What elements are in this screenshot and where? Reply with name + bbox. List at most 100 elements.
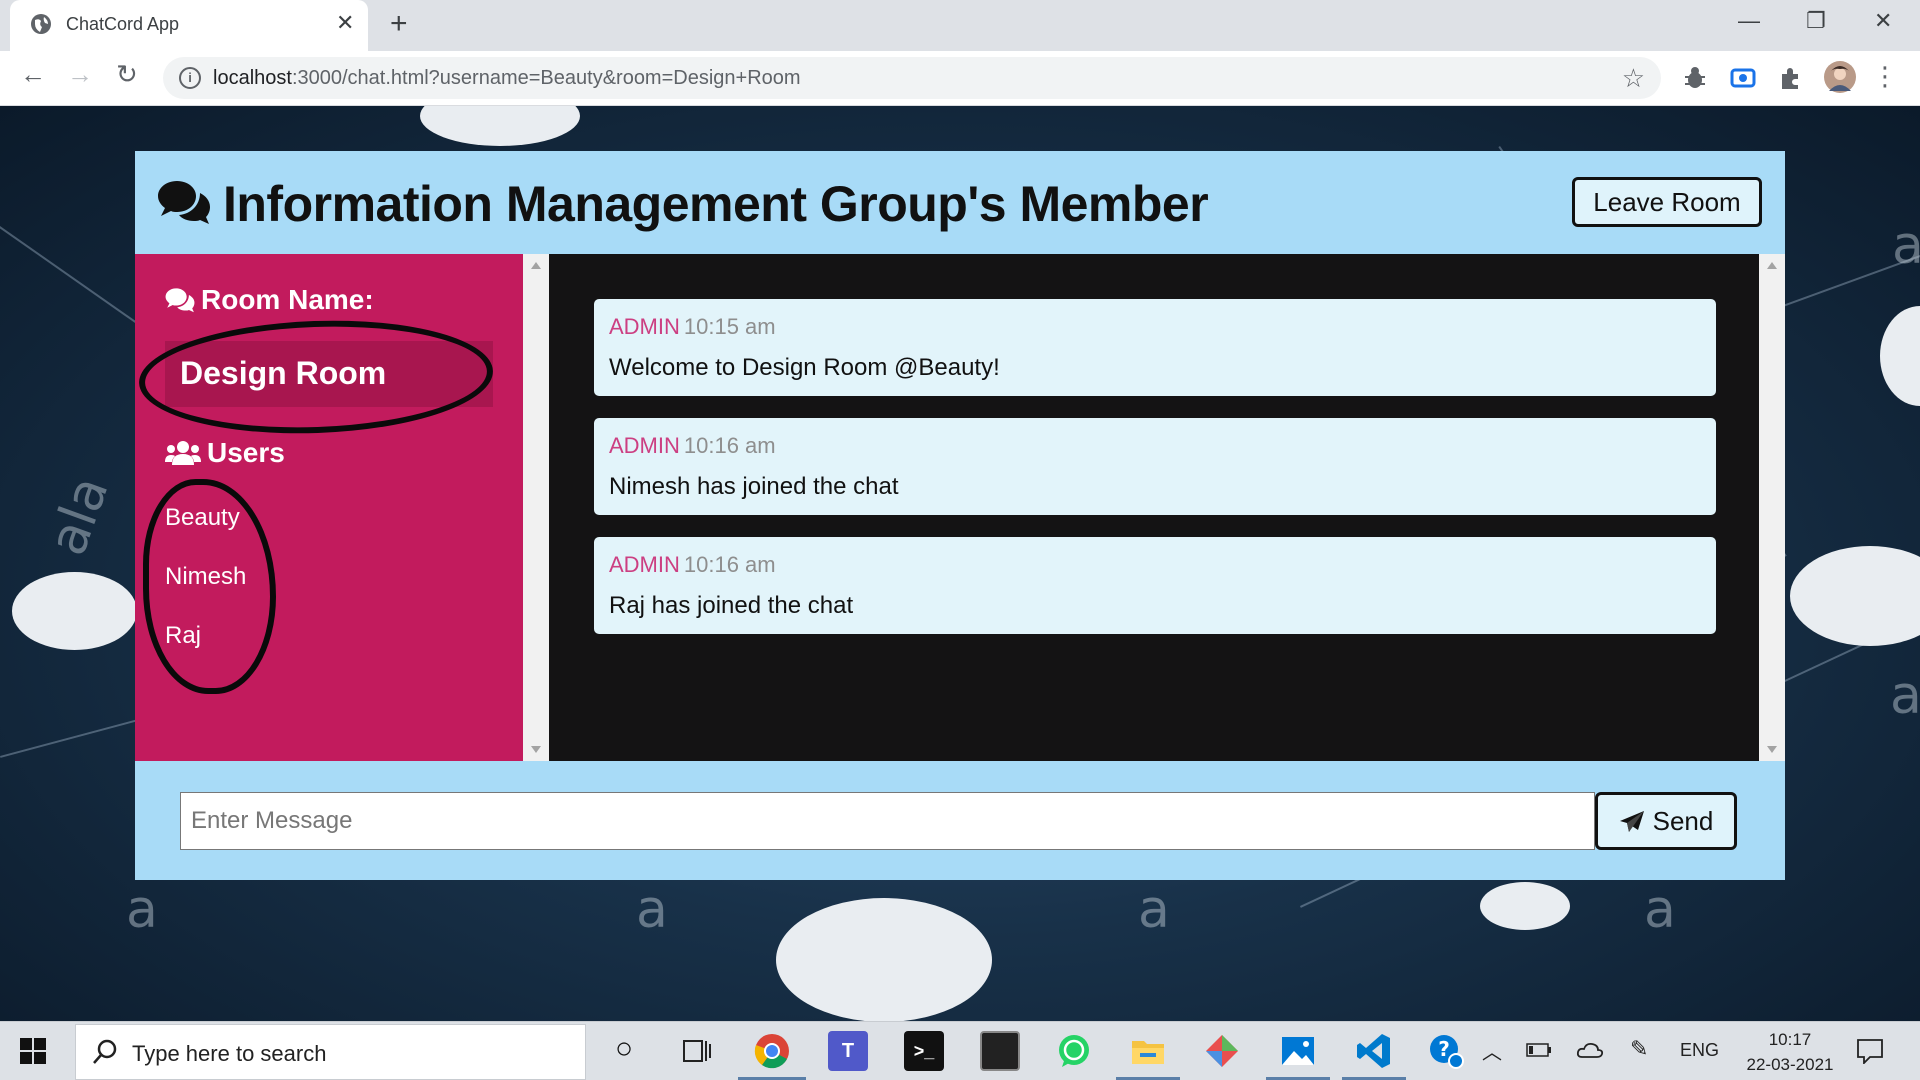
message-username: ADMIN <box>609 433 680 458</box>
speech-bubble-decoration <box>776 898 992 1021</box>
message-meta: ADMIN 10:16 am <box>609 433 776 459</box>
message-username: ADMIN <box>609 552 680 577</box>
battery-icon[interactable] <box>1526 1042 1552 1058</box>
speech-bubble-decoration <box>1880 306 1920 406</box>
globe-icon <box>31 14 51 34</box>
leave-room-button[interactable]: Leave Room <box>1572 177 1762 227</box>
onedrive-cloud-icon[interactable] <box>1576 1040 1604 1060</box>
language-indicator[interactable]: ENG <box>1680 1040 1719 1061</box>
comments-icon <box>158 181 210 224</box>
chat-title: Information Management Group's Member <box>223 176 1209 232</box>
bug-extension-icon[interactable] <box>1682 65 1708 91</box>
taskbar-clock[interactable]: 10:17 22-03-2021 <box>1742 1027 1838 1077</box>
windows-taskbar: Type here to search ○ T >_ ? ︿ ✎ ENG 10:… <box>0 1021 1920 1080</box>
profile-avatar[interactable] <box>1824 61 1856 93</box>
scroll-up-arrow-icon[interactable] <box>1767 262 1777 269</box>
url-text[interactable]: localhost:3000/chat.html?username=Beauty… <box>213 67 801 90</box>
users-heading: Users <box>165 437 285 469</box>
vscode-icon[interactable] <box>1354 1031 1394 1071</box>
chat-message: ADMIN 10:16 am Raj has joined the chat <box>594 537 1716 634</box>
chat-messages: ADMIN 10:15 am Welcome to Design Room @Be… <box>549 254 1759 761</box>
screen-capture-extension-icon[interactable] <box>1730 65 1756 91</box>
message-time: 10:16 am <box>683 552 776 577</box>
speech-bubble-decoration <box>12 572 137 650</box>
address-bar[interactable]: i localhost:3000/chat.html?username=Beau… <box>163 57 1661 99</box>
search-icon <box>93 1039 117 1064</box>
browser-tab-bar: ChatCord App ✕ + — ❐ ✕ <box>0 0 1920 51</box>
speech-bubble-decoration <box>1790 546 1920 646</box>
speech-bubble-decoration <box>420 106 580 146</box>
minimize-icon[interactable]: — <box>1738 8 1760 34</box>
background-letter: a <box>1644 880 1676 940</box>
room-name-label: Room Name: <box>201 284 374 315</box>
chat-sidebar: Room Name: Design Room Users Beauty Nime… <box>135 254 523 761</box>
new-tab-icon[interactable]: + <box>390 9 408 39</box>
chat-form-container: Send <box>135 761 1785 880</box>
browser-tab[interactable]: ChatCord App ✕ <box>10 0 368 51</box>
task-view-icon[interactable] <box>676 1031 716 1071</box>
message-text: Raj has joined the chat <box>609 592 854 619</box>
background-letter: a <box>636 880 668 940</box>
git-icon[interactable] <box>1202 1031 1242 1071</box>
browser-toolbar: ← → ↻ i localhost:3000/chat.html?usernam… <box>0 51 1920 106</box>
chrome-icon[interactable] <box>752 1031 792 1071</box>
background-letter: a <box>1892 216 1920 276</box>
bookmark-star-icon[interactable]: ☆ <box>1622 63 1645 94</box>
taskbar-search-box[interactable]: Type here to search <box>75 1024 586 1080</box>
message-time: 10:16 am <box>683 433 776 458</box>
forward-icon[interactable]: → <box>67 61 93 87</box>
close-window-icon[interactable]: ✕ <box>1874 8 1892 34</box>
scroll-up-arrow-icon[interactable] <box>531 262 541 269</box>
speech-bubble-decoration <box>1480 882 1570 930</box>
back-icon[interactable]: ← <box>20 61 46 87</box>
background-letter: a <box>126 880 158 940</box>
tab-close-icon[interactable]: ✕ <box>336 12 354 34</box>
file-explorer-icon[interactable] <box>1128 1031 1168 1071</box>
clock-time: 10:17 <box>1768 1030 1812 1049</box>
paper-plane-icon <box>1619 810 1644 832</box>
hand-drawn-circle <box>143 479 276 694</box>
sidebar-scrollbar[interactable] <box>523 254 549 761</box>
scroll-down-arrow-icon[interactable] <box>1767 746 1777 753</box>
cmd-icon[interactable] <box>980 1031 1020 1071</box>
scroll-down-arrow-icon[interactable] <box>531 746 541 753</box>
message-time: 10:15 am <box>683 314 776 339</box>
whatsapp-icon[interactable] <box>1054 1031 1094 1071</box>
room-name-heading: Room Name: <box>165 284 374 316</box>
svg-text:?: ? <box>1438 1037 1450 1061</box>
restore-icon[interactable]: ❐ <box>1806 8 1826 34</box>
reload-icon[interactable]: ↻ <box>116 61 138 87</box>
send-button-label: Send <box>1652 805 1714 836</box>
windows-start-icon[interactable] <box>20 1038 46 1064</box>
chat-container: Information Management Group's Member Le… <box>135 151 1785 880</box>
send-button[interactable]: Send <box>1595 792 1737 850</box>
comments-icon <box>165 288 195 313</box>
photos-icon[interactable] <box>1278 1031 1318 1071</box>
pen-icon[interactable]: ✎ <box>1630 1036 1648 1062</box>
extensions-puzzle-icon[interactable] <box>1778 65 1804 91</box>
message-username: ADMIN <box>609 314 680 339</box>
chat-header: Information Management Group's Member Le… <box>135 151 1785 254</box>
browser-menu-icon[interactable]: ⋮ <box>1872 63 1898 89</box>
terminal-icon[interactable]: >_ <box>904 1031 944 1071</box>
message-text: Welcome to Design Room @Beauty! <box>609 354 1000 381</box>
users-icon <box>165 441 201 465</box>
background-letter: a <box>1138 880 1170 940</box>
users-label: Users <box>207 437 285 468</box>
cortana-icon[interactable]: ○ <box>604 1031 644 1071</box>
message-meta: ADMIN 10:15 am <box>609 314 776 340</box>
background-letter: a <box>1890 666 1920 726</box>
message-text: Nimesh has joined the chat <box>609 473 899 500</box>
chat-message: ADMIN 10:16 am Nimesh has joined the chat <box>594 418 1716 515</box>
site-info-icon[interactable]: i <box>179 67 201 89</box>
background-letter: ala <box>37 469 121 563</box>
help-icon[interactable]: ? <box>1426 1031 1466 1071</box>
show-hidden-icons-chevron-icon[interactable]: ︿ <box>1482 1036 1502 1065</box>
teams-icon[interactable]: T <box>828 1031 868 1071</box>
messages-scrollbar[interactable] <box>1759 254 1785 761</box>
message-input[interactable] <box>180 792 1595 850</box>
notifications-icon[interactable] <box>1856 1038 1884 1064</box>
search-placeholder: Type here to search <box>132 1041 327 1066</box>
hand-drawn-circle <box>137 314 495 440</box>
tab-title: ChatCord App <box>66 14 180 34</box>
